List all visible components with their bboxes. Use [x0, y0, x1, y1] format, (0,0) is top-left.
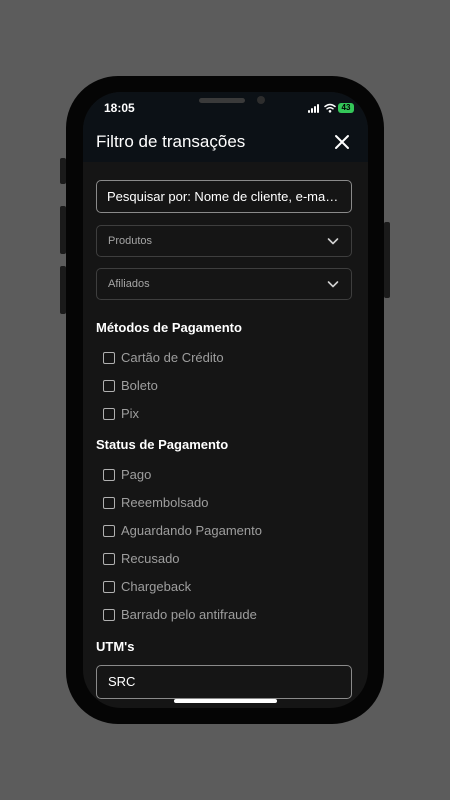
payment-status-title: Status de Pagamento [96, 437, 229, 452]
checkbox-label: Cartão de Crédito [121, 350, 224, 365]
payment-methods-title: Métodos de Pagamento [96, 320, 242, 335]
checkbox-label: Boleto [121, 378, 158, 393]
afiliados-label: Afiliados [108, 278, 150, 290]
power-button [384, 222, 390, 298]
volume-up-button [60, 206, 66, 254]
afiliados-select[interactable]: Afiliados [96, 268, 352, 300]
dynamic-island [191, 92, 305, 114]
checkbox[interactable] [103, 497, 115, 509]
status-bar: 18:05 43 [83, 92, 368, 122]
checkbox[interactable] [103, 352, 115, 364]
status-time: 18:05 [104, 101, 135, 115]
search-input[interactable]: Pesquisar por: Nome de cliente, e-mail, … [96, 180, 352, 213]
signal-icon [308, 104, 321, 113]
checkbox-label: Barrado pelo antifraude [121, 607, 257, 622]
checkbox[interactable] [103, 380, 115, 392]
utm-title: UTM's [96, 639, 135, 654]
speaker-icon [199, 98, 245, 103]
checkbox-label: Chargeback [121, 579, 192, 594]
page-title: Filtro de transações [96, 132, 246, 151]
home-indicator[interactable] [174, 699, 277, 703]
battery-icon: 43 [338, 103, 354, 113]
volume-down-button [60, 266, 66, 314]
wifi-icon [324, 103, 336, 113]
checkbox-label: Reeembolsado [121, 495, 209, 510]
camera-icon [257, 96, 265, 104]
checkbox-label: Aguardando Pagamento [121, 523, 262, 538]
utm-input[interactable]: SRC [96, 665, 352, 699]
checkbox[interactable] [103, 525, 115, 537]
phone-screen: 18:05 43 Filtro de transações Pesquisar … [83, 92, 368, 708]
produtos-select[interactable]: Produtos [96, 225, 352, 257]
checkbox[interactable] [103, 408, 115, 420]
checkbox-label: Pix [121, 406, 140, 421]
produtos-label: Produtos [108, 235, 153, 247]
checkbox[interactable] [103, 581, 115, 593]
checkbox-label: Recusado [121, 551, 180, 566]
checkbox[interactable] [103, 469, 115, 481]
checkbox[interactable] [103, 609, 115, 621]
checkbox[interactable] [103, 553, 115, 565]
modal-header: Filtro de transações [83, 122, 368, 162]
checkbox-label: Pago [121, 467, 152, 482]
silent-switch [60, 158, 66, 184]
close-icon[interactable] [334, 134, 350, 150]
chevron-down-icon [327, 238, 339, 245]
chevron-down-icon [327, 281, 339, 288]
